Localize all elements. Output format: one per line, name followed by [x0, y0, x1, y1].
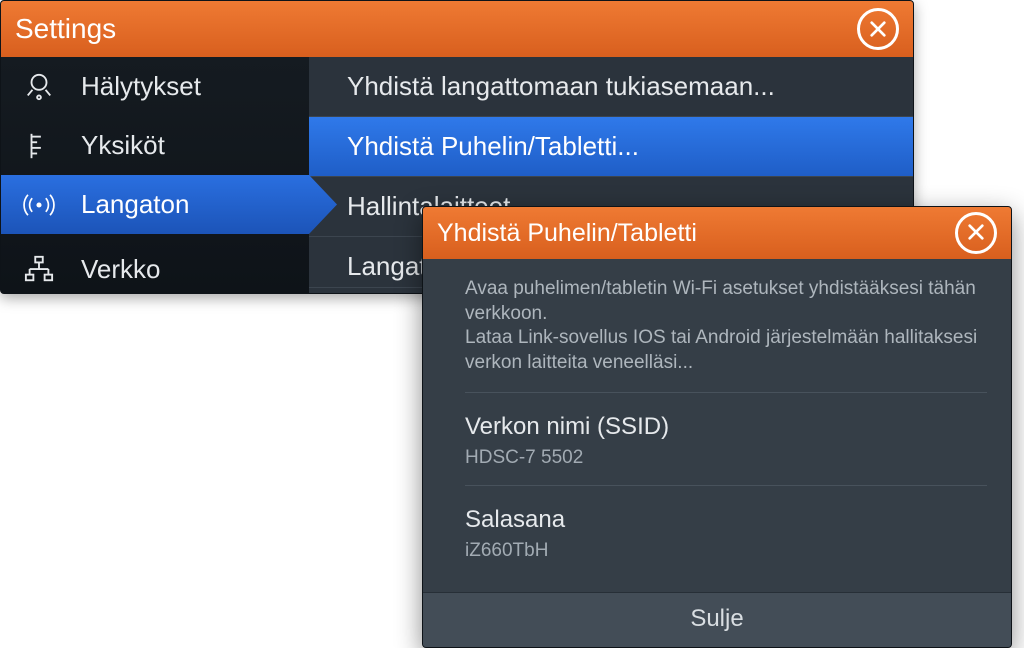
- sidebar-item-label: Yksiköt: [81, 130, 165, 161]
- sidebar-item-label: Hälytykset: [81, 71, 201, 102]
- dialog-close-button[interactable]: [955, 212, 997, 254]
- detail-item-label: Yhdistä langattomaan tukiasemaan...: [347, 71, 775, 101]
- settings-close-button[interactable]: [857, 8, 899, 50]
- dialog-title: Yhdistä Puhelin/Tabletti: [437, 219, 697, 248]
- dialog-intro: Avaa puhelimen/tabletin Wi-Fi asetukset …: [465, 277, 987, 393]
- settings-title: Settings: [15, 13, 116, 45]
- connect-phone-dialog: Yhdistä Puhelin/Tabletti Avaa puhelimen/…: [422, 206, 1012, 648]
- ruler-icon: [19, 131, 59, 161]
- dialog-close-label: Sulje: [690, 605, 743, 632]
- ssid-value: HDSC-7 5502: [465, 446, 987, 471]
- sidebar-item-network[interactable]: Verkko: [1, 234, 309, 286]
- password-block: Salasana iZ660TbH: [465, 504, 987, 578]
- ssid-block: Verkon nimi (SSID) HDSC-7 5502: [465, 411, 987, 486]
- close-icon: [967, 219, 985, 248]
- sidebar-item-label: Langaton: [81, 189, 189, 220]
- dialog-intro-line1: Avaa puhelimen/tabletin Wi-Fi asetukset …: [465, 277, 987, 326]
- sidebar-item-wireless[interactable]: Langaton: [1, 175, 309, 234]
- bell-icon: [19, 72, 59, 102]
- sidebar: Hälytykset Yksiköt: [1, 57, 309, 293]
- sidebar-item-units[interactable]: Yksiköt: [1, 116, 309, 175]
- wireless-icon: [19, 190, 59, 220]
- network-icon: [19, 254, 59, 284]
- password-label: Salasana: [465, 504, 987, 535]
- dialog-body: Avaa puhelimen/tabletin Wi-Fi asetukset …: [423, 259, 1011, 592]
- dialog-close-footer-button[interactable]: Sulje: [423, 592, 1011, 647]
- detail-item-connect-ap[interactable]: Yhdistä langattomaan tukiasemaan...: [309, 57, 913, 117]
- password-value: iZ660TbH: [465, 539, 987, 564]
- detail-item-connect-phone[interactable]: Yhdistä Puhelin/Tabletti...: [309, 117, 913, 177]
- dialog-intro-line2: Lataa Link-sovellus IOS tai Android järj…: [465, 326, 987, 375]
- settings-titlebar: Settings: [1, 1, 913, 57]
- sidebar-item-alerts[interactable]: Hälytykset: [1, 57, 309, 116]
- ssid-label: Verkon nimi (SSID): [465, 411, 987, 442]
- close-icon: [869, 13, 887, 45]
- sidebar-item-label: Verkko: [81, 254, 161, 285]
- dialog-titlebar: Yhdistä Puhelin/Tabletti: [423, 207, 1011, 259]
- detail-item-label: Yhdistä Puhelin/Tabletti...: [347, 131, 639, 161]
- detail-item-label: Langatt: [347, 251, 434, 281]
